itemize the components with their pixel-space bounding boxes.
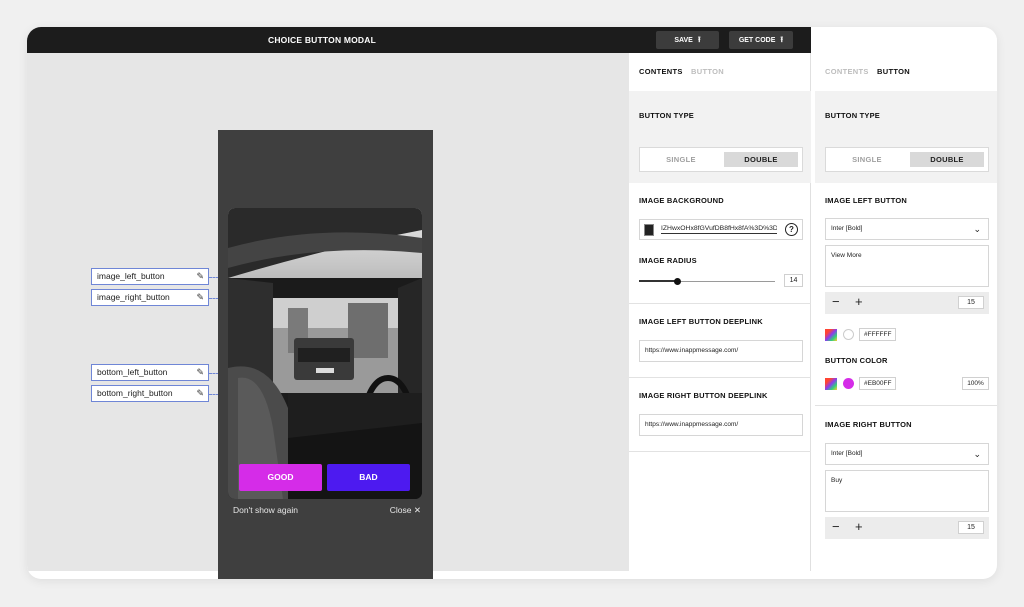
button-color-swatch[interactable] — [843, 378, 854, 389]
layer-label-text: image_right_button — [97, 292, 170, 302]
minus-icon[interactable]: − — [832, 519, 840, 535]
section-title: IMAGE LEFT BUTTON — [825, 196, 908, 205]
section-title: IMAGE RADIUS — [639, 256, 697, 265]
get-code-label: GET CODE — [738, 37, 776, 44]
layer-label-image-right-button[interactable]: image_right_button ✎ — [91, 289, 209, 306]
font-value: Inter [Bold] — [831, 450, 863, 457]
section-title: BUTTON COLOR — [825, 356, 888, 365]
slider-thumb[interactable] — [674, 278, 682, 285]
section-title: IMAGE RIGHT BUTTON DEEPLINK — [639, 391, 768, 400]
help-circle-icon[interactable]: ? — [785, 223, 798, 236]
right-deeplink-input[interactable]: https://www.inappmessage.com/ — [639, 414, 803, 436]
upload-icon: ⭱ — [780, 35, 784, 44]
image-thumbnail — [644, 224, 654, 236]
button-type-section: BUTTON TYPE SINGLE DOUBLE — [629, 91, 811, 183]
text-color-swatch[interactable] — [843, 329, 854, 340]
car-interior-photo — [228, 208, 422, 499]
button-opacity[interactable]: 100% — [962, 377, 989, 390]
divider — [629, 377, 811, 378]
section-title: IMAGE LEFT BUTTON DEEPLINK — [639, 317, 763, 326]
dont-show-again-link[interactable]: Don't show again — [233, 505, 298, 515]
section-title: IMAGE BACKGROUND — [639, 196, 724, 205]
left-size-stepper: − + 15 — [825, 292, 989, 314]
slider-fill — [639, 280, 678, 282]
chevron-down-icon: ⌄ — [973, 224, 981, 234]
layer-label-bottom-right-button[interactable]: bottom_right_button ✎ — [91, 385, 209, 402]
layer-label-image-left-button[interactable]: image_left_button ✎ — [91, 268, 209, 285]
pencil-icon[interactable]: ✎ — [196, 269, 204, 284]
good-button[interactable]: GOOD — [239, 464, 322, 491]
top-bar: CHOICE BUTTON MODAL SAVE ⭱ GET CODE ⭱ — [27, 27, 811, 53]
section-title: BUTTON TYPE — [639, 111, 694, 120]
layer-label-text: image_left_button — [97, 271, 165, 281]
button-color-hex[interactable]: #EB00FF — [859, 377, 897, 390]
pencil-icon[interactable]: ✎ — [196, 290, 204, 305]
close-link[interactable]: Close ✕ — [390, 505, 421, 516]
modal-image — [228, 208, 422, 499]
left-font-select[interactable]: Inter [Bold] ⌄ — [825, 218, 989, 240]
divider — [629, 303, 811, 304]
right-button-text-input[interactable]: Buy — [825, 470, 989, 512]
panel-tabs: CONTENTS BUTTON — [825, 67, 916, 76]
layer-label-text: bottom_left_button — [97, 367, 168, 377]
pencil-icon[interactable]: ✎ — [196, 365, 204, 380]
preview-canvas: image_left_button ✎ image_right_button ✎… — [27, 53, 629, 579]
right-size-input[interactable]: 15 — [958, 521, 984, 534]
left-deeplink-input[interactable]: https://www.inappmessage.com/ — [639, 340, 803, 362]
button-type-toggle: SINGLE DOUBLE — [825, 147, 989, 172]
good-label: GOOD — [267, 472, 294, 482]
button-panel: CONTENTS BUTTON BUTTON TYPE SINGLE DOUBL… — [815, 27, 997, 552]
modal-title: CHOICE BUTTON MODAL — [268, 35, 376, 45]
text-color-hex[interactable]: #FFFFFF — [859, 328, 897, 341]
section-title: BUTTON TYPE — [825, 111, 880, 120]
panel-tabs: CONTENTS BUTTON — [639, 67, 730, 76]
option-double[interactable]: DOUBLE — [724, 152, 798, 167]
layer-label-bottom-left-button[interactable]: bottom_left_button ✎ — [91, 364, 209, 381]
save-label: SAVE — [674, 37, 693, 44]
button-type-section: BUTTON TYPE SINGLE DOUBLE — [815, 91, 997, 183]
section-title: IMAGE RIGHT BUTTON — [825, 420, 912, 429]
contents-panel: CONTENTS BUTTON BUTTON TYPE SINGLE DOUBL… — [629, 53, 811, 571]
upload-icon: ⭱ — [697, 35, 701, 44]
image-background-field[interactable]: IZHwxOHx8fGVufDB8fHx8fA%3D%3D ? — [639, 219, 803, 240]
color-picker-icon[interactable] — [825, 329, 837, 341]
right-font-select[interactable]: Inter [Bold] ⌄ — [825, 443, 989, 465]
get-code-button[interactable]: GET CODE ⭱ — [729, 31, 793, 49]
slider-track — [639, 278, 775, 285]
option-single[interactable]: SINGLE — [830, 152, 904, 167]
minus-icon[interactable]: − — [832, 294, 840, 310]
tab-contents[interactable]: CONTENTS — [825, 67, 869, 76]
bad-label: BAD — [359, 472, 378, 482]
right-size-stepper: − + 15 — [825, 517, 989, 539]
pencil-icon[interactable]: ✎ — [196, 386, 204, 401]
save-button[interactable]: SAVE ⭱ — [656, 31, 719, 49]
color-picker-icon[interactable] — [825, 378, 837, 390]
plus-icon[interactable]: + — [855, 519, 863, 535]
option-single[interactable]: SINGLE — [644, 152, 718, 167]
tab-button[interactable]: BUTTON — [691, 67, 724, 76]
button-type-toggle: SINGLE DOUBLE — [639, 147, 803, 172]
tab-button[interactable]: BUTTON — [877, 67, 910, 76]
image-radius-input[interactable]: 14 — [784, 274, 803, 287]
left-size-input[interactable]: 15 — [958, 296, 984, 309]
font-value: Inter [Bold] — [831, 225, 863, 232]
image-background-value: IZHwxOHx8fGVufDB8fHx8fA%3D%3D — [661, 225, 777, 234]
tab-contents[interactable]: CONTENTS — [639, 67, 683, 76]
chevron-down-icon: ⌄ — [973, 449, 981, 459]
left-button-text-input[interactable]: View More — [825, 245, 989, 287]
bad-button[interactable]: BAD — [327, 464, 410, 491]
phone-preview: GOOD BAD Don't show again Close ✕ — [218, 130, 433, 579]
layer-label-text: bottom_right_button — [97, 388, 173, 398]
divider — [629, 451, 811, 452]
option-double[interactable]: DOUBLE — [910, 152, 984, 167]
app-frame: CHOICE BUTTON MODAL SAVE ⭱ GET CODE ⭱ imag… — [27, 27, 997, 579]
divider — [815, 405, 997, 406]
plus-icon[interactable]: + — [855, 294, 863, 310]
